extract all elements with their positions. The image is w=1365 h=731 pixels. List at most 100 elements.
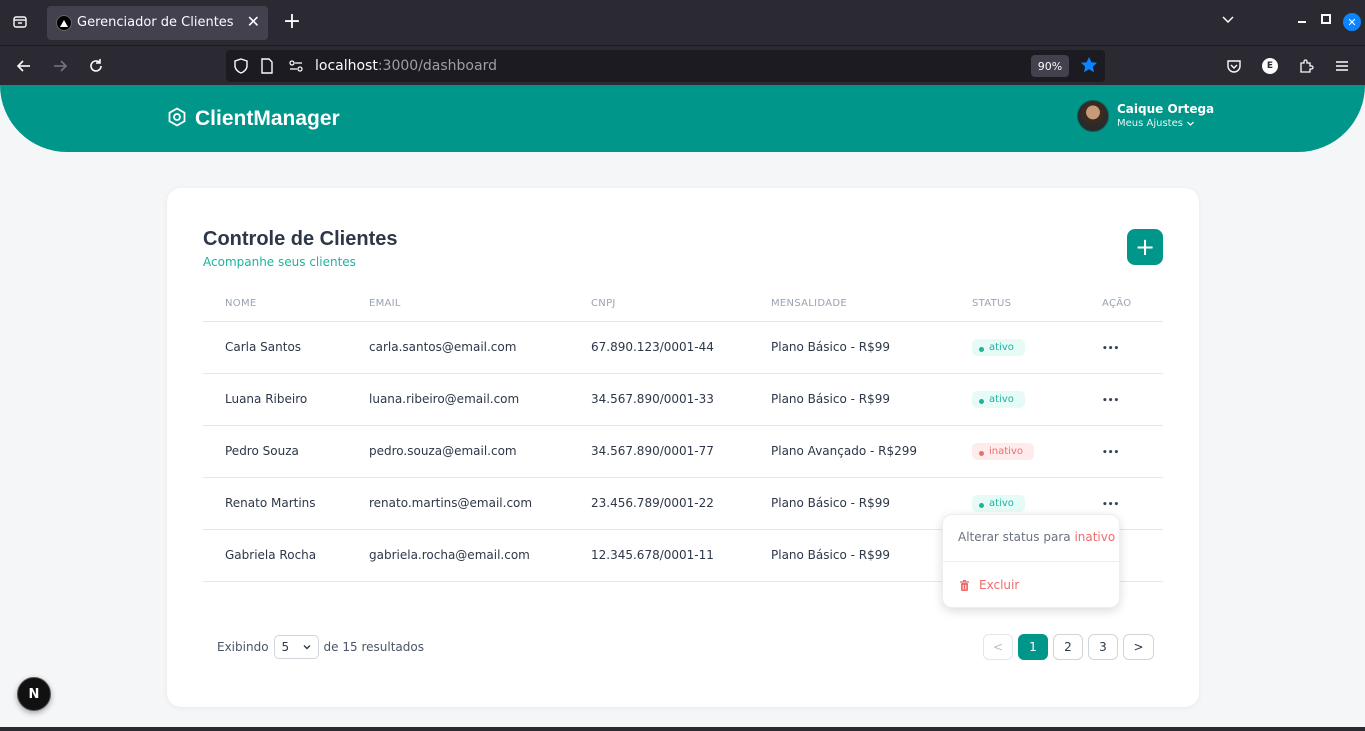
more-glyph: •••: [1102, 448, 1120, 458]
client-email: carla.santos@email.com: [369, 321, 591, 374]
more-actions-icon[interactable]: •••: [1102, 425, 1163, 478]
tab-close-icon[interactable]: ✕: [247, 13, 260, 31]
extension-e-label: E: [1262, 58, 1278, 74]
hamburger-menu-icon[interactable]: [1330, 54, 1354, 78]
bottom-strip: [0, 727, 1365, 731]
page-size-select[interactable]: 5: [273, 635, 319, 659]
status-badge: ativo: [972, 338, 1025, 356]
list-all-tabs-icon[interactable]: [1220, 12, 1236, 32]
change-status-prefix: Alterar status para: [958, 530, 1075, 544]
client-cnpj: 34.567.890/0001-77: [591, 425, 771, 478]
maximize-icon[interactable]: [1320, 12, 1332, 30]
page-2-button[interactable]: 2: [1053, 634, 1083, 660]
table-header-row: NOME EMAIL CNPJ MENSALIDADE STATUS AÇÃO: [203, 286, 1163, 322]
user-menu[interactable]: Caique Ortega Meus Ajustes: [1077, 100, 1214, 132]
client-plan: Plano Avançado - R$299: [771, 425, 972, 478]
header-email: EMAIL: [369, 286, 591, 322]
user-info: Caique Ortega Meus Ajustes: [1117, 102, 1214, 130]
client-cnpj: 34.567.890/0001-33: [591, 373, 771, 426]
header-nome: NOME: [203, 286, 369, 322]
page-1-button[interactable]: 1: [1018, 634, 1048, 660]
extensions-puzzle-icon[interactable]: [1294, 54, 1318, 78]
page-subtitle: Acompanhe seus clientes: [203, 255, 356, 269]
zoom-level[interactable]: 90%: [1031, 55, 1069, 77]
shield-icon[interactable]: [232, 57, 250, 79]
client-name: Gabriela Rocha: [203, 529, 369, 582]
settings-label: Meus Ajustes: [1117, 118, 1183, 129]
table-row: Carla Santos carla.santos@email.com 67.8…: [203, 321, 1163, 374]
client-cnpj: 12.345.678/0001-11: [591, 529, 771, 582]
more-glyph: •••: [1102, 344, 1120, 354]
more-glyph: •••: [1102, 500, 1120, 510]
client-name: Carla Santos: [203, 321, 369, 374]
header-status: STATUS: [972, 286, 1102, 322]
client-name: Renato Martins: [203, 477, 369, 530]
reload-icon[interactable]: [84, 54, 108, 78]
status-cell: ativo: [972, 321, 1102, 374]
avatar[interactable]: [1077, 100, 1109, 132]
nextjs-dev-indicator[interactable]: N: [17, 677, 51, 711]
window-close-icon[interactable]: ✕: [1343, 13, 1361, 31]
status-badge: ativo: [972, 390, 1025, 408]
prev-page-button[interactable]: <: [983, 634, 1013, 660]
more-actions-icon[interactable]: •••: [1102, 321, 1163, 374]
extension-e-icon[interactable]: E: [1258, 54, 1282, 78]
url-bar[interactable]: localhost:3000/dashboard 90%: [226, 50, 1105, 82]
add-client-button[interactable]: +: [1127, 229, 1163, 265]
chevron-down-icon: [1187, 121, 1194, 126]
status-badge: inativo: [972, 442, 1034, 460]
client-plan: Plano Básico - R$99: [771, 321, 972, 374]
client-email: gabriela.rocha@email.com: [369, 529, 591, 582]
back-arrow-icon[interactable]: [12, 54, 36, 78]
client-email: luana.ribeiro@email.com: [369, 373, 591, 426]
delete-menu-item[interactable]: Excluir: [958, 578, 1019, 592]
client-plan: Plano Básico - R$99: [771, 373, 972, 426]
status-badge: ativo: [972, 494, 1025, 512]
header-acao: AÇÃO: [1102, 286, 1163, 322]
pagination: < 1 2 3 >: [983, 634, 1154, 660]
brand-name: ClientManager: [195, 107, 340, 130]
results-label: de 15 resultados: [323, 640, 424, 654]
pocket-icon[interactable]: [1222, 54, 1246, 78]
page-3-button[interactable]: 3: [1088, 634, 1118, 660]
browser-tab[interactable]: Gerenciador de Clientes ✕: [47, 6, 268, 40]
delete-label: Excluir: [979, 578, 1020, 592]
dropdown-divider: [943, 561, 1119, 562]
client-name: Pedro Souza: [203, 425, 369, 478]
permissions-icon[interactable]: [288, 58, 304, 78]
client-email: renato.martins@email.com: [369, 477, 591, 530]
more-glyph: •••: [1102, 396, 1120, 406]
table-row: Pedro Souza pedro.souza@email.com 34.567…: [203, 425, 1163, 478]
showing-label: Exibindo: [217, 640, 269, 654]
url-text: localhost:3000/dashboard: [315, 58, 497, 74]
browser-navbar: localhost:3000/dashboard 90% E: [0, 45, 1365, 85]
header-cnpj: CNPJ: [591, 286, 771, 322]
url-path: :3000/dashboard: [377, 58, 497, 74]
user-name: Caique Ortega: [1117, 102, 1215, 116]
page-icon[interactable]: [260, 58, 274, 78]
change-status-menu-item[interactable]: Alterar status para inativo: [958, 530, 1115, 544]
tab-list-icon[interactable]: [8, 10, 32, 34]
change-status-value: inativo: [1074, 530, 1116, 544]
clients-card: Controle de Clientes Acompanhe seus clie…: [167, 188, 1199, 707]
app-header: ClientManager Caique Ortega Meus Ajustes: [0, 85, 1365, 152]
settings-link[interactable]: Meus Ajustes: [1117, 117, 1214, 130]
chevron-down-icon: [303, 645, 311, 650]
forward-arrow-icon[interactable]: [48, 54, 72, 78]
url-host: localhost: [315, 58, 378, 74]
brand[interactable]: ClientManager: [167, 107, 340, 131]
client-email: pedro.souza@email.com: [369, 425, 591, 478]
table-row: Luana Ribeiro luana.ribeiro@email.com 34…: [203, 373, 1163, 426]
new-tab-icon[interactable]: +: [280, 10, 304, 34]
more-actions-icon[interactable]: •••: [1102, 373, 1163, 426]
bookmark-star-icon[interactable]: [1079, 55, 1099, 79]
client-cnpj: 67.890.123/0001-44: [591, 321, 771, 374]
page-size-value: 5: [281, 640, 290, 654]
next-page-button[interactable]: >: [1123, 634, 1154, 660]
status-cell: ativo: [972, 373, 1102, 426]
client-name: Luana Ribeiro: [203, 373, 369, 426]
status-cell: inativo: [972, 425, 1102, 478]
client-cnpj: 23.456.789/0001-22: [591, 477, 771, 530]
row-actions-dropdown: Alterar status para inativo Excluir: [942, 514, 1120, 608]
minimize-icon[interactable]: [1296, 12, 1308, 30]
